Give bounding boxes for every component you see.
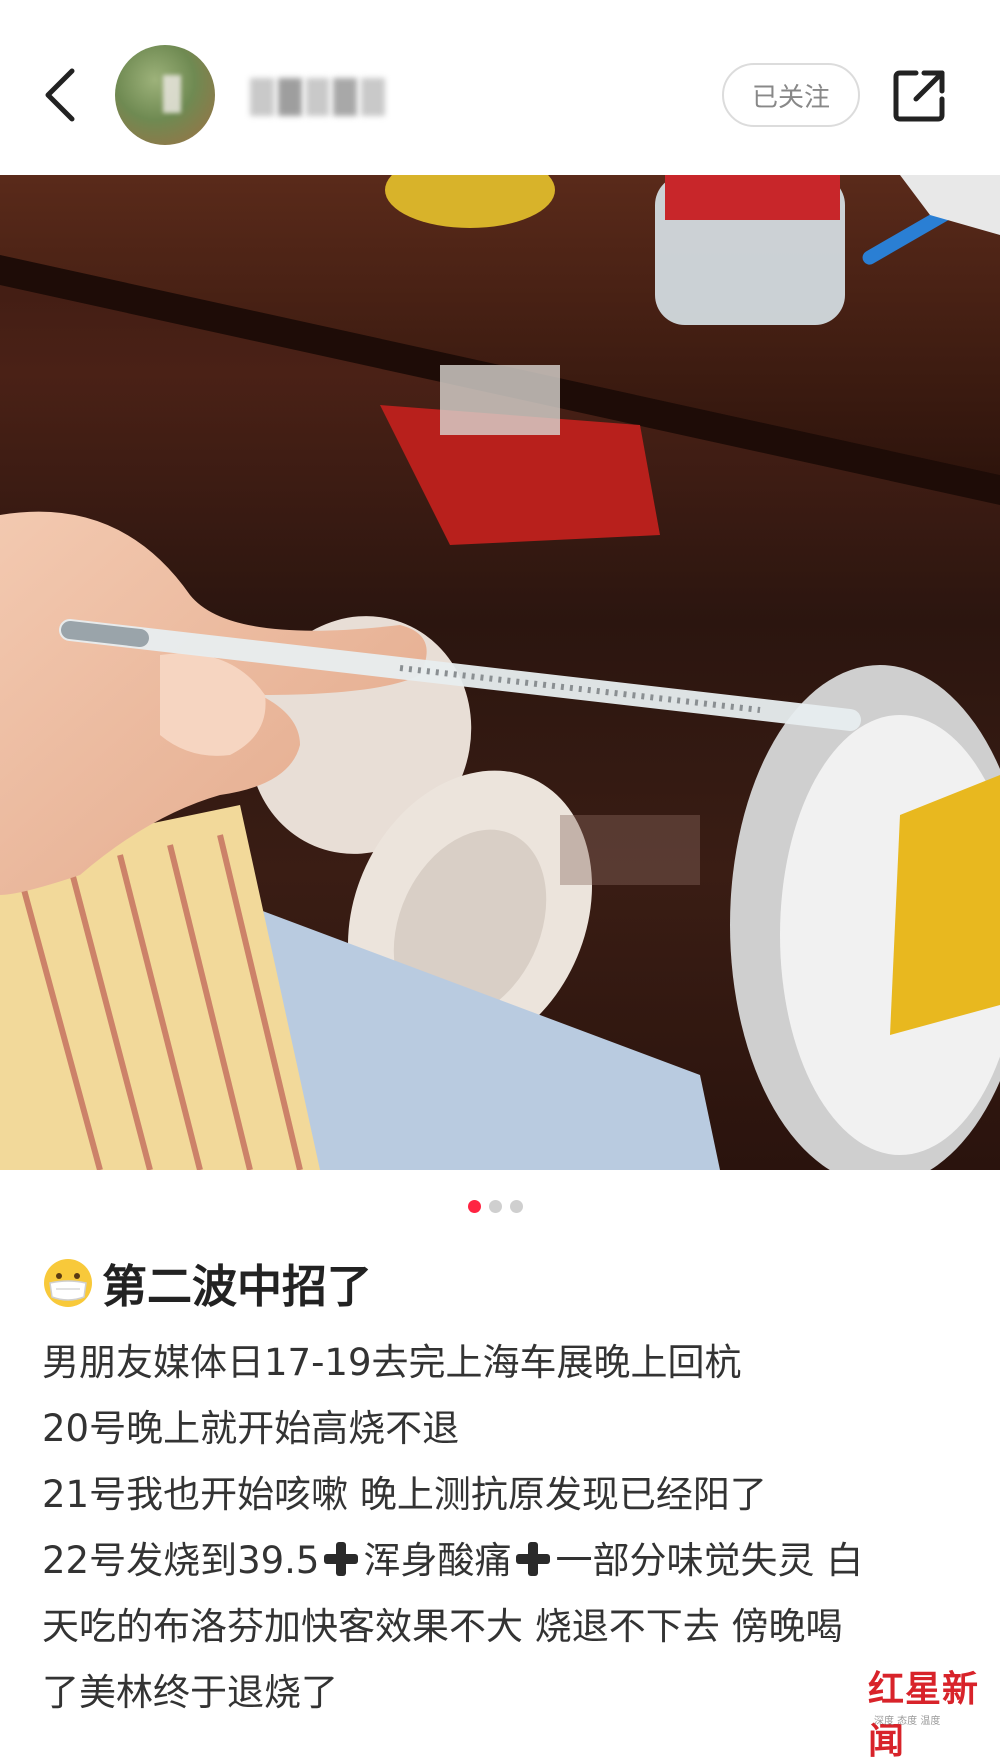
top-bar: 已关注	[0, 0, 1000, 175]
back-arrow-icon	[45, 68, 75, 122]
post-title: 第二波中招了	[42, 1250, 962, 1315]
plus-icon	[321, 1539, 361, 1579]
post-line-segment: 22号发烧到39.5	[42, 1539, 320, 1582]
post-title-text: 第二波中招了	[102, 1260, 373, 1313]
author-avatar[interactable]	[115, 45, 215, 145]
carousel-dot[interactable]	[510, 1200, 523, 1213]
post-line: 了美林终于退烧了	[42, 1671, 338, 1714]
share-button[interactable]	[890, 65, 950, 125]
watermark-slogan: 深度 态度 温度	[874, 1716, 941, 1727]
author-name-blurred[interactable]	[250, 78, 385, 116]
post-line: 男朋友媒体日17-19去完上海车展晚上回杭	[42, 1341, 742, 1384]
plus-icon	[513, 1539, 553, 1579]
post-line: 20号晚上就开始高烧不退	[42, 1407, 460, 1450]
carousel-dot[interactable]	[489, 1200, 502, 1213]
post-line-segment: 浑身酸痛	[363, 1539, 512, 1582]
back-button[interactable]	[30, 60, 90, 130]
post-photo[interactable]	[0, 175, 1000, 1170]
carousel-dot[interactable]	[468, 1200, 481, 1213]
mask-face-emoji-icon	[44, 1258, 92, 1307]
carousel-indicator	[468, 1200, 523, 1213]
post-line: 21号我也开始咳嗽 晚上测抗原发现已经阳了	[42, 1473, 767, 1516]
post-line: 22号发烧到39.5 浑身酸痛 一部分味觉失灵 白	[42, 1528, 962, 1594]
post-line-segment: 一部分味觉失灵 白	[555, 1539, 864, 1582]
post-line: 天吃的布洛芬加快客效果不大 烧退不下去 傍晚喝	[42, 1605, 843, 1648]
news-watermark: 红星新闻 深度 态度 温度	[868, 1660, 998, 1762]
share-icon	[893, 70, 945, 122]
post-body: 男朋友媒体日17-19去完上海车展晚上回杭 20号晚上就开始高烧不退 21号我也…	[42, 1330, 962, 1726]
follow-button[interactable]: 已关注	[722, 63, 860, 127]
photo-thermometer-in-hand	[0, 175, 1000, 1170]
